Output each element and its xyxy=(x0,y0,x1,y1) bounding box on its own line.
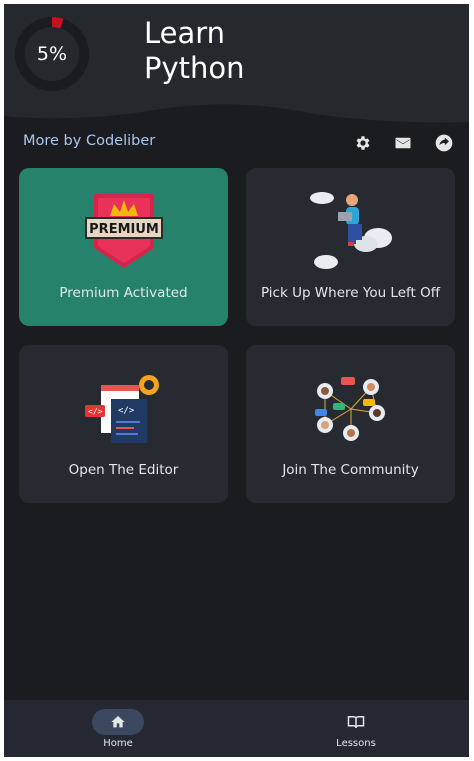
premium-card[interactable]: PREMIUM Premium Activated xyxy=(19,168,228,326)
person-on-cloud-icon xyxy=(309,192,392,269)
community-card-label: Join The Community xyxy=(282,462,419,478)
home-icon xyxy=(111,716,125,728)
more-by-link[interactable]: More by Codeliber xyxy=(23,133,155,149)
gear-icon xyxy=(356,136,370,150)
app-title-line-2: Python xyxy=(144,51,245,85)
svg-text:</>: </> xyxy=(88,407,103,416)
svg-text:</>: </> xyxy=(118,406,135,416)
code-editor-icon: </> </> xyxy=(84,375,159,443)
header: 5% Learn Python xyxy=(4,4,469,128)
mail-button[interactable] xyxy=(390,130,416,156)
app-screen: 5% Learn Python More by Codeliber PREMIU… xyxy=(4,4,469,757)
resume-card-label: Pick Up Where You Left Off xyxy=(260,285,441,301)
settings-button[interactable] xyxy=(350,130,376,156)
nav-home-label: Home xyxy=(103,738,133,749)
book-icon xyxy=(347,716,365,729)
progress-percent: 5% xyxy=(36,43,68,65)
community-network-icon xyxy=(314,377,385,441)
community-card[interactable]: Join The Community xyxy=(246,345,455,503)
app-title-line-1: Learn xyxy=(144,16,226,50)
share-icon xyxy=(435,134,453,152)
mail-icon xyxy=(395,137,411,149)
nav-lessons-label: Lessons xyxy=(336,738,376,749)
share-button[interactable] xyxy=(431,130,457,156)
editor-card-label: Open The Editor xyxy=(68,462,179,478)
premium-badge-icon: PREMIUM xyxy=(84,194,163,268)
nav-home-indicator xyxy=(92,709,144,735)
premium-badge-text: PREMIUM xyxy=(89,222,159,237)
resume-card[interactable]: Pick Up Where You Left Off xyxy=(246,168,455,326)
premium-card-label: Premium Activated xyxy=(59,285,188,301)
nav-lessons-indicator xyxy=(330,709,382,735)
nav-home[interactable]: Home xyxy=(58,700,178,757)
bottom-navigation: Home Lessons xyxy=(4,700,469,757)
editor-card[interactable]: </> </> Open The Editor xyxy=(19,345,228,503)
app-title: Learn Python xyxy=(144,16,344,86)
nav-lessons[interactable]: Lessons xyxy=(296,700,416,757)
